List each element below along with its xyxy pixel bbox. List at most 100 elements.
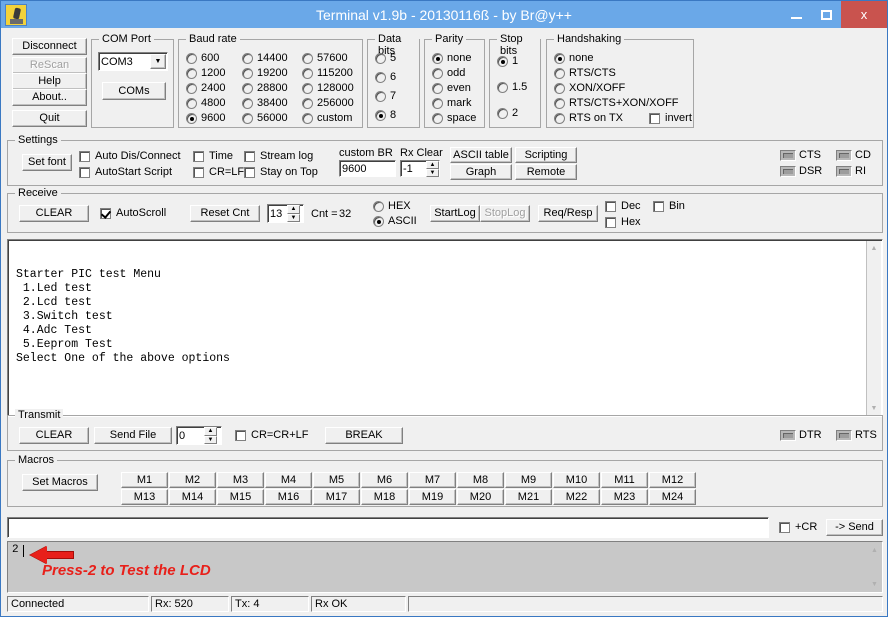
macro-button-m24[interactable]: M24 — [649, 489, 696, 505]
stay-on-top-checkbox[interactable]: Stay on Top — [244, 166, 318, 178]
handshake-rts-cts[interactable]: RTS/CTS — [554, 67, 616, 79]
maximize-button[interactable] — [811, 1, 841, 28]
scroll-up-icon[interactable]: ▲ — [868, 543, 881, 557]
cr-crlf-checkbox[interactable]: CR=CR+LF — [235, 429, 308, 441]
macro-button-m22[interactable]: M22 — [553, 489, 600, 505]
baud-28800[interactable]: 28800 — [242, 82, 288, 94]
echo-scrollbar[interactable]: ▲ ▼ — [868, 543, 881, 591]
receive-ascii-radio[interactable]: ASCII — [373, 215, 417, 227]
handshake-rts-on-tx[interactable]: RTS on TX — [554, 112, 623, 124]
req-resp-button[interactable]: Req/Resp — [538, 205, 598, 222]
baud-14400[interactable]: 14400 — [242, 52, 288, 64]
baud-256000[interactable]: 256000 — [302, 97, 354, 109]
macro-button-m20[interactable]: M20 — [457, 489, 504, 505]
startlog-button[interactable]: StartLog — [430, 205, 480, 222]
macro-button-m7[interactable]: M7 — [409, 472, 456, 488]
spin-down-icon[interactable]: ▼ — [204, 435, 217, 444]
remote-button[interactable]: Remote — [515, 164, 577, 180]
macro-button-m3[interactable]: M3 — [217, 472, 264, 488]
baud-38400[interactable]: 38400 — [242, 97, 288, 109]
stop-bits-1[interactable]: 1 — [497, 55, 518, 67]
reset-cnt-button[interactable]: Reset Cnt — [190, 205, 260, 222]
bin-checkbox[interactable]: Bin — [653, 200, 685, 212]
data-bits-8[interactable]: 8 — [375, 109, 396, 121]
autostart-script-checkbox[interactable]: AutoStart Script — [79, 166, 172, 178]
macro-button-m17[interactable]: M17 — [313, 489, 360, 505]
close-button[interactable]: x — [841, 1, 887, 28]
macro-button-m19[interactable]: M19 — [409, 489, 456, 505]
handshake-rts-cts-xon-xoff[interactable]: RTS/CTS+XON/XOFF — [554, 97, 679, 109]
send-input[interactable] — [7, 517, 769, 538]
baud-57600[interactable]: 57600 — [302, 52, 348, 64]
macro-button-m15[interactable]: M15 — [217, 489, 264, 505]
macro-button-m2[interactable]: M2 — [169, 472, 216, 488]
plus-cr-checkbox[interactable]: +CR — [779, 521, 817, 533]
autoscroll-checkbox[interactable]: AutoScroll — [100, 207, 166, 219]
help-button[interactable]: Help — [12, 73, 87, 90]
data-bits-7[interactable]: 7 — [375, 90, 396, 102]
stop-bits-2[interactable]: 2 — [497, 107, 518, 119]
macro-button-m10[interactable]: M10 — [553, 472, 600, 488]
parity-none[interactable]: none — [432, 52, 471, 64]
handshake-none[interactable]: none — [554, 52, 593, 64]
send-button[interactable]: -> Send — [826, 519, 883, 536]
graph-button[interactable]: Graph — [450, 164, 512, 180]
scroll-up-icon[interactable]: ▲ — [867, 241, 881, 255]
baud-1200[interactable]: 1200 — [186, 67, 225, 79]
transmit-delay-spinner[interactable]: ▲ ▼ — [204, 427, 217, 444]
chevron-down-icon[interactable]: ▼ — [150, 54, 166, 69]
macro-button-m5[interactable]: M5 — [313, 472, 360, 488]
data-bits-5[interactable]: 5 — [375, 52, 396, 64]
spin-up-icon[interactable]: ▲ — [287, 205, 300, 214]
macro-button-m23[interactable]: M23 — [601, 489, 648, 505]
scripting-button[interactable]: Scripting — [515, 147, 577, 163]
cr-lf-checkbox[interactable]: CR=LF — [193, 166, 244, 178]
spin-up-icon[interactable]: ▲ — [204, 427, 217, 436]
macro-button-m21[interactable]: M21 — [505, 489, 552, 505]
spin-down-icon[interactable]: ▼ — [287, 213, 300, 222]
ascii-table-button[interactable]: ASCII table — [450, 147, 512, 163]
coms-button[interactable]: COMs — [102, 82, 166, 100]
stream-log-checkbox[interactable]: Stream log — [244, 150, 313, 162]
set-font-button[interactable]: Set font — [22, 154, 72, 171]
receive-clear-button[interactable]: CLEAR — [19, 205, 89, 222]
baud-56000[interactable]: 56000 — [242, 112, 288, 124]
macro-button-m18[interactable]: M18 — [361, 489, 408, 505]
baud-2400[interactable]: 2400 — [186, 82, 225, 94]
time-checkbox[interactable]: Time — [193, 150, 233, 162]
send-file-button[interactable]: Send File — [94, 427, 172, 444]
baud-4800[interactable]: 4800 — [186, 97, 225, 109]
receive-hex-radio[interactable]: HEX — [373, 200, 411, 212]
spin-down-icon[interactable]: ▼ — [426, 169, 439, 177]
auto-dis-connect-checkbox[interactable]: Auto Dis/Connect — [79, 150, 181, 162]
break-button[interactable]: BREAK — [325, 427, 403, 444]
transmit-echo-area[interactable]: 2 Press-2 to Test the LCD ▲ ▼ — [7, 541, 883, 593]
handshake-xon-xoff[interactable]: XON/XOFF — [554, 82, 625, 94]
cnt-spinner[interactable]: ▲ ▼ — [287, 205, 300, 222]
macro-button-m14[interactable]: M14 — [169, 489, 216, 505]
parity-odd[interactable]: odd — [432, 67, 465, 79]
quit-button[interactable]: Quit — [12, 110, 87, 127]
parity-space[interactable]: space — [432, 112, 476, 124]
macro-button-m1[interactable]: M1 — [121, 472, 168, 488]
custom-br-input[interactable]: 9600 — [339, 160, 396, 177]
baud-custom[interactable]: custom — [302, 112, 352, 124]
com-port-select[interactable]: COM3 ▼ — [98, 52, 168, 71]
macro-button-m6[interactable]: M6 — [361, 472, 408, 488]
about-button[interactable]: About.. — [12, 89, 87, 106]
baud-19200[interactable]: 19200 — [242, 67, 288, 79]
baud-600[interactable]: 600 — [186, 52, 219, 64]
macro-button-m9[interactable]: M9 — [505, 472, 552, 488]
handshake-invert-checkbox[interactable]: invert — [649, 112, 692, 124]
data-bits-6[interactable]: 6 — [375, 71, 396, 83]
dec-checkbox[interactable]: Dec — [605, 200, 641, 212]
rx-clear-spinner[interactable]: ▲ ▼ — [426, 161, 439, 177]
baud-128000[interactable]: 128000 — [302, 82, 354, 94]
spin-up-icon[interactable]: ▲ — [426, 161, 439, 169]
transmit-clear-button[interactable]: CLEAR — [19, 427, 89, 444]
macro-button-m11[interactable]: M11 — [601, 472, 648, 488]
baud-115200[interactable]: 115200 — [302, 67, 353, 79]
macro-button-m12[interactable]: M12 — [649, 472, 696, 488]
scroll-down-icon[interactable]: ▼ — [867, 401, 881, 415]
macro-button-m4[interactable]: M4 — [265, 472, 312, 488]
